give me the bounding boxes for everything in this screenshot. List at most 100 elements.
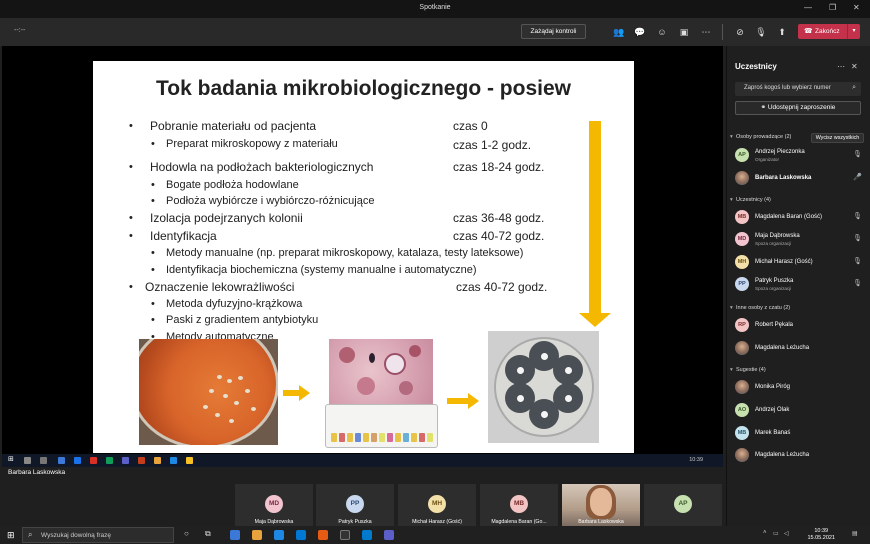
participant-row[interactable]: Magdalena Leżucha (735, 341, 865, 359)
process-arrow (283, 385, 310, 401)
taskbar-search-placeholder: Wyszukaj dowolną frazę (41, 532, 112, 539)
slide-item: Metoda dyfuzyjno-krążkowa (166, 298, 303, 310)
cell (339, 347, 355, 363)
participant-row[interactable]: AP Andrzej Pieczonka Organizator 🎙 (735, 148, 865, 166)
edge-icon[interactable] (230, 530, 240, 540)
cortana-icon[interactable]: ○ (184, 529, 189, 538)
participants-panel: Uczestnicy ⋯ ✕ Zaproś kogoś lub wybierz … (726, 46, 870, 526)
search-icon (24, 457, 31, 464)
camera-off-icon[interactable]: ⊘ (733, 25, 747, 39)
participant-row[interactable]: Barbara Laskowska 🎤 (735, 171, 865, 189)
chat-icon[interactable]: 💬 (633, 25, 647, 39)
participant-row[interactable]: MD Maja Dąbrowska Spoza organizacji 🎙 (735, 232, 865, 250)
firefox-icon[interactable] (318, 530, 328, 540)
link-icon: ⚭ (760, 104, 768, 111)
suggestion-row[interactable]: Monika Piróg (735, 380, 865, 398)
file-explorer-icon[interactable] (252, 530, 262, 540)
participant-row[interactable]: MH Michał Harasz (Gość) 🎙 (735, 255, 865, 273)
more-options-icon[interactable]: ⋯ (837, 62, 845, 71)
suggestion-row[interactable]: Magdalena Leżucha (735, 448, 865, 466)
others-section-header[interactable]: ▾ Inne osoby z czatu (2) (730, 305, 790, 311)
participant-name: Magdalena Leżucha (755, 452, 810, 458)
avatar-photo (735, 171, 749, 185)
mute-all-button[interactable]: Wycisz wszystkich (811, 133, 864, 143)
participant-row[interactable]: PP Patryk Puszka Spoza organizacji 🎙 (735, 277, 865, 295)
participant-name: Robert Pękala (755, 322, 794, 328)
antibiotic-disk (517, 367, 524, 374)
taskview-icon (40, 457, 47, 464)
colony (215, 413, 220, 417)
taskview-icon[interactable]: ⧉ (205, 529, 211, 539)
vscode-icon[interactable] (362, 530, 372, 540)
notifications-icon[interactable]: ▤ (852, 530, 858, 537)
video-tile[interactable]: MD Maja Dąbrowska (235, 484, 313, 526)
screen: Spotkanie — ❐ ✕ --:-- Zażądaj kontroli 👥… (0, 0, 870, 544)
close-window-icon[interactable]: ✕ (853, 3, 860, 12)
participants-icon[interactable]: 👥 (612, 25, 626, 39)
colony (245, 389, 250, 393)
bullet: • (151, 247, 155, 259)
powerpoint-icon (138, 457, 145, 464)
tile-name: Magdalena Baran (Go... (491, 519, 547, 525)
more-options-icon[interactable]: ⋯ (699, 25, 713, 39)
presenters-section-header[interactable]: ▾ Osoby prowadzące (2) (730, 134, 791, 140)
presenter-name-label: Barbara Laskowska (8, 469, 66, 476)
video-tile[interactable]: MH Michał Harasz (Gość) (398, 484, 476, 526)
window-title-bar: Spotkanie — ❐ ✕ (0, 0, 870, 18)
maximize-icon[interactable]: ❐ (829, 3, 836, 12)
windows-icon: ⊞ (8, 456, 14, 463)
request-control-button[interactable]: Zażądaj kontroli (521, 24, 586, 39)
app-icon (90, 457, 97, 464)
participant-name: Maja Dąbrowska (755, 233, 800, 239)
cell (399, 381, 413, 395)
disk-diffusion-plate-image (488, 331, 599, 443)
video-tile[interactable]: AP (644, 484, 722, 526)
toolbar-divider (722, 24, 723, 40)
share-screen-icon[interactable]: ⬆ (775, 25, 789, 39)
mic-off-icon: 🎙 (853, 280, 862, 287)
terminal-icon[interactable] (340, 530, 350, 540)
minimize-icon[interactable]: — (804, 3, 812, 12)
leave-button[interactable]: ☎ Zakończ ▾ (798, 24, 860, 39)
process-arrow (447, 393, 479, 409)
tray-chevron-icon[interactable]: ˄ (763, 530, 767, 536)
culture-plate-image (139, 339, 278, 445)
bullet: • (151, 264, 155, 276)
taskbar-search-input[interactable]: ⌕ Wyszukaj dowolną frazę (22, 527, 174, 543)
video-tile-live[interactable]: Barbara Laskowska (562, 484, 640, 526)
bullet: • (129, 212, 133, 224)
volume-icon[interactable]: ◁ (784, 530, 789, 537)
bullet: • (151, 138, 155, 150)
avatar-photo (735, 448, 749, 462)
slide-item: Identyfikacja biochemiczna (systemy manu… (166, 264, 477, 276)
suggestions-section-header[interactable]: ▾ Sugestie (4) (730, 367, 766, 373)
network-icon[interactable]: ▭ (773, 530, 779, 537)
strip-well (363, 433, 369, 442)
mic-off-icon[interactable]: 🎙 (754, 25, 768, 39)
app-icon (154, 457, 161, 464)
share-invite-button[interactable]: ⚭ Udostępnij zaproszenie (735, 101, 861, 115)
slide-time: czas 36-48 godz. (453, 211, 545, 225)
antibiotic-disk (541, 353, 548, 360)
reactions-icon[interactable]: ☺ (655, 25, 669, 39)
participant-name: Andrzej Pieczonka (755, 149, 805, 155)
attendees-section-header[interactable]: ▾ Uczestnicy (4) (730, 197, 771, 203)
windows-start-icon[interactable]: ⊞ (7, 530, 15, 541)
participant-row[interactable]: MB Magdalena Baran (Gość) 🎙 (735, 210, 865, 228)
close-panel-icon[interactable]: ✕ (851, 62, 858, 71)
mail-icon[interactable] (296, 530, 306, 540)
participant-row[interactable]: RP Robert Pękala (735, 318, 865, 336)
invite-search-input[interactable]: Zaproś kogoś lub wybierz numer ⌕ (735, 82, 861, 96)
slide-time: czas 40-72 godz. (456, 280, 548, 294)
colony (238, 376, 243, 380)
suggestion-row[interactable]: AO Andrzej Olak (735, 403, 865, 421)
store-icon[interactable] (274, 530, 284, 540)
taskbar-clock[interactable]: 10:39 15.05.2021 (807, 528, 835, 542)
chevron-down-icon[interactable]: ▾ (847, 24, 860, 39)
tile-name: Michał Harasz (Gość) (412, 519, 462, 525)
teams-icon[interactable] (384, 530, 394, 540)
video-tile[interactable]: PP Patryk Puszka (316, 484, 394, 526)
rooms-icon[interactable]: ▣ (677, 25, 691, 39)
video-tile[interactable]: MB Magdalena Baran (Go... (480, 484, 558, 526)
suggestion-row[interactable]: MB Marek Banaś (735, 426, 865, 444)
